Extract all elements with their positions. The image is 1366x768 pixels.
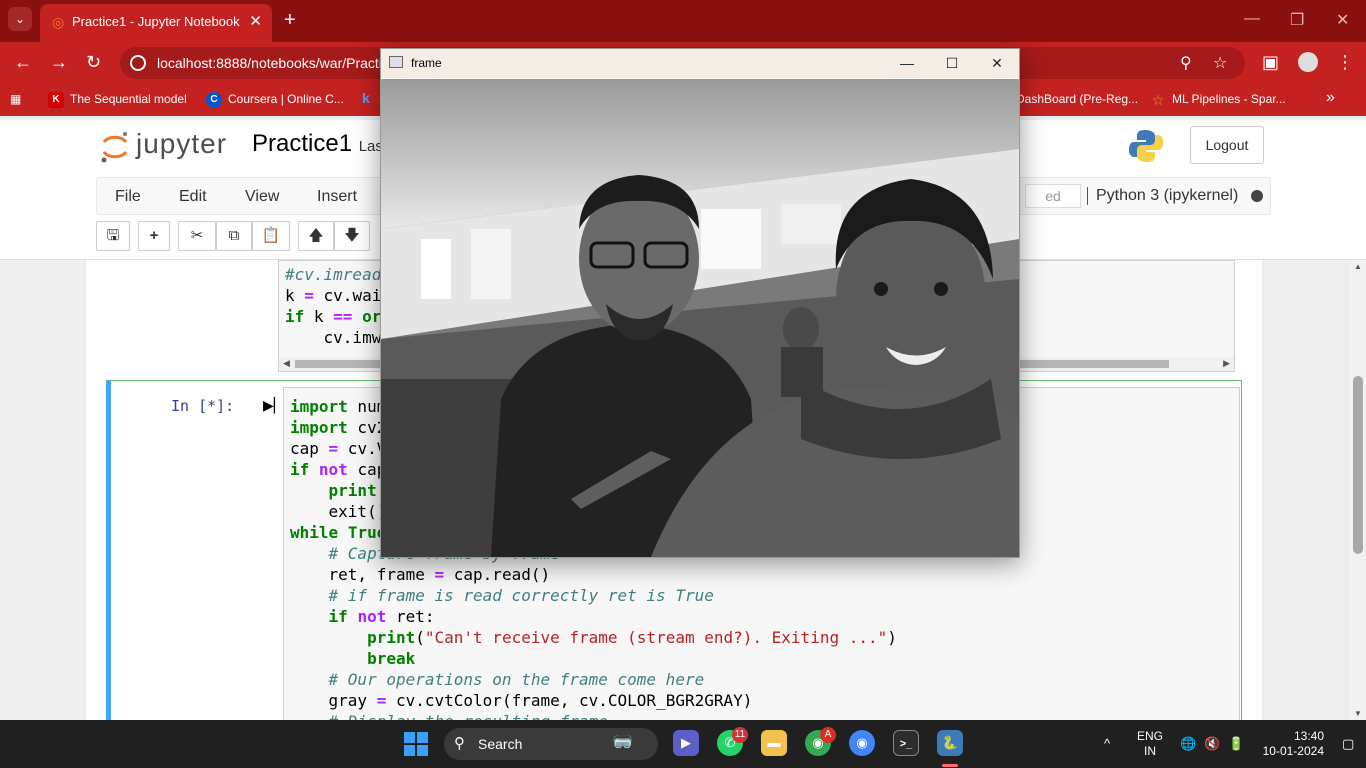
system-clock[interactable]: 13:40 10-01-2024 bbox=[1262, 729, 1324, 759]
tab-close-icon[interactable]: ✕ bbox=[249, 12, 262, 30]
cv-window-title: frame bbox=[411, 56, 442, 70]
coursera-icon: C bbox=[206, 92, 222, 108]
code-line: if k == or bbox=[285, 307, 382, 326]
menu-edit[interactable]: Edit bbox=[179, 188, 207, 206]
tab-title: Practice1 - Jupyter Notebook bbox=[72, 14, 240, 29]
jupyter-logo-icon[interactable] bbox=[100, 130, 130, 164]
active-app-indicator bbox=[942, 764, 958, 767]
star-icon: ☆ bbox=[1151, 92, 1165, 108]
move-up-arrow-icon[interactable]: 🡅 bbox=[298, 221, 334, 251]
menu-kebab-icon[interactable]: ⋮ bbox=[1336, 52, 1354, 73]
kernel-busy-indicator bbox=[1251, 190, 1263, 202]
browser-tab-strip: ⌄ ◎ Practice1 - Jupyter Notebook ✕ + — ❐… bbox=[0, 0, 1366, 42]
tab-search-chevron-icon[interactable]: ⌄ bbox=[8, 7, 32, 31]
cell-prompt: In [*]: bbox=[171, 397, 235, 415]
chrome-profile-badge: A bbox=[820, 727, 836, 743]
code-line: k = cv.wai bbox=[285, 286, 382, 305]
code-line: # if frame is read correctly ret is True bbox=[328, 586, 714, 605]
move-down-arrow-icon[interactable]: 🡇 bbox=[334, 221, 370, 251]
chrome-profile2-icon[interactable]: ◉ bbox=[849, 730, 875, 756]
webcam-image bbox=[381, 79, 1019, 557]
page-vertical-scrollbar[interactable]: ▲ ▼ bbox=[1350, 260, 1366, 720]
page-scroll-thumb[interactable] bbox=[1353, 376, 1363, 554]
minimize-icon[interactable]: — bbox=[1244, 10, 1260, 28]
code-line: if not ret: bbox=[328, 607, 435, 626]
cv-window-titlebar[interactable]: frame — ☐ ✕ bbox=[381, 49, 1019, 78]
more-bookmarks-icon[interactable]: » bbox=[1326, 89, 1335, 107]
bookmark-k[interactable]: k bbox=[362, 90, 370, 106]
run-cell-icon[interactable]: ▶▏ bbox=[263, 397, 285, 414]
bookmark-sequential-model[interactable]: K The Sequential model bbox=[48, 92, 187, 108]
forward-arrow-icon[interactable]: → bbox=[50, 52, 68, 73]
scroll-right-icon[interactable]: ▶ bbox=[1223, 358, 1230, 369]
copy-icon[interactable]: ⧉ bbox=[216, 221, 252, 251]
new-tab-button[interactable]: + bbox=[284, 9, 296, 32]
cell1-code: #cv.imread k = cv.wai if k == or cv.imw bbox=[285, 264, 381, 348]
file-explorer-icon[interactable]: ▬ bbox=[761, 730, 787, 756]
browser-tab-active[interactable]: ◎ Practice1 - Jupyter Notebook ✕ bbox=[40, 4, 272, 42]
bookmark-ml-pipelines[interactable]: ☆ ML Pipelines - Spar... bbox=[1150, 92, 1286, 108]
bookmark-star-icon[interactable]: ☆ bbox=[1213, 53, 1227, 73]
cv-close-icon[interactable]: ✕ bbox=[977, 52, 1017, 74]
menu-insert[interactable]: Insert bbox=[317, 188, 357, 206]
windows-start-icon[interactable] bbox=[404, 732, 428, 756]
cut-icon[interactable]: ✂ bbox=[178, 221, 216, 251]
restore-icon[interactable]: ❐ bbox=[1290, 10, 1304, 30]
reload-icon[interactable]: ↻ bbox=[86, 52, 101, 73]
code-line: # Our operations on the frame come here bbox=[328, 670, 705, 689]
search-highlight-icon: 🥽 bbox=[612, 732, 634, 751]
meet-video-icon[interactable]: ▶ bbox=[673, 730, 699, 756]
back-arrow-icon[interactable]: ← bbox=[14, 52, 32, 73]
menu-view[interactable]: View bbox=[245, 188, 279, 206]
menu-file[interactable]: File bbox=[115, 188, 141, 206]
cv-minimize-icon[interactable]: — bbox=[887, 52, 927, 74]
taskbar-search-label: Search bbox=[478, 736, 523, 752]
jupyter-logo-text[interactable]: jupyter bbox=[136, 128, 227, 160]
keras-icon: K bbox=[48, 92, 64, 108]
code-line: gray = cv.cvtColor(frame, cv.COLOR_BGR2G… bbox=[290, 691, 753, 710]
volume-muted-icon[interactable]: 🔇 bbox=[1204, 736, 1220, 752]
cv-maximize-icon[interactable]: ☐ bbox=[932, 52, 972, 74]
cv-window-icon bbox=[389, 56, 403, 68]
input-language[interactable]: ENG IN bbox=[1136, 729, 1164, 759]
close-window-icon[interactable]: ✕ bbox=[1336, 10, 1349, 30]
zoom-icon[interactable]: ⚲ bbox=[1180, 53, 1192, 73]
jupyter-favicon-icon: ◎ bbox=[52, 14, 65, 30]
apps-icon[interactable]: ▦ bbox=[10, 92, 21, 106]
search-icon: ⚲ bbox=[454, 735, 465, 752]
profile-avatar[interactable] bbox=[1298, 52, 1318, 72]
windows-taskbar: ⚲ Search 🥽 ▶ ✆ 11 ▬ ◉ A ◉ >_ 🐍 ^ ENG IN 🌐… bbox=[0, 720, 1366, 768]
python-logo-icon bbox=[1129, 130, 1163, 162]
network-globe-icon[interactable]: 🌐 bbox=[1180, 736, 1196, 752]
bookmark-coursera[interactable]: C Coursera | Online C... bbox=[206, 92, 344, 108]
save-icon[interactable]: 🖫 bbox=[96, 221, 130, 251]
show-hidden-icons-icon[interactable]: ^ bbox=[1104, 736, 1110, 751]
opencv-frame-window[interactable]: frame — ☐ ✕ bbox=[380, 48, 1020, 558]
taskbar-search-box[interactable]: ⚲ Search 🥽 bbox=[444, 728, 658, 760]
kernel-name[interactable]: Python 3 (ipykernel) bbox=[1087, 187, 1238, 205]
site-info-icon[interactable] bbox=[130, 55, 146, 71]
scroll-down-icon[interactable]: ▼ bbox=[1354, 709, 1362, 718]
python-taskbar-icon[interactable]: 🐍 bbox=[937, 730, 963, 756]
code-line: ret, frame = cap.read() bbox=[290, 565, 551, 584]
whatsapp-badge: 11 bbox=[732, 727, 748, 743]
paste-icon[interactable]: 📋 bbox=[252, 221, 290, 251]
code-line: break bbox=[367, 649, 416, 668]
logout-button[interactable]: Logout bbox=[1190, 126, 1264, 164]
battery-icon[interactable]: 🔋 bbox=[1228, 736, 1244, 752]
scroll-up-icon[interactable]: ▲ bbox=[1354, 262, 1362, 271]
side-panel-icon[interactable]: ▣ bbox=[1262, 52, 1279, 73]
trusted-badge[interactable]: ed bbox=[1025, 184, 1081, 208]
terminal-icon[interactable]: >_ bbox=[893, 730, 919, 756]
code-line: cv.imw bbox=[285, 328, 382, 347]
scroll-left-icon[interactable]: ◀ bbox=[283, 358, 290, 369]
notification-icon[interactable]: ▢ bbox=[1342, 736, 1354, 752]
webcam-grayscale-frame bbox=[381, 79, 1019, 557]
code-line: print("Can't receive frame (stream end?)… bbox=[367, 628, 897, 647]
notebook-title[interactable]: Practice1 Las bbox=[252, 130, 383, 158]
code-line: #cv.imread bbox=[285, 265, 382, 284]
insert-cell-plus-icon[interactable]: + bbox=[138, 221, 170, 251]
bookmark-dashboard[interactable]: DashBoard (Pre-Reg... bbox=[1016, 92, 1138, 106]
